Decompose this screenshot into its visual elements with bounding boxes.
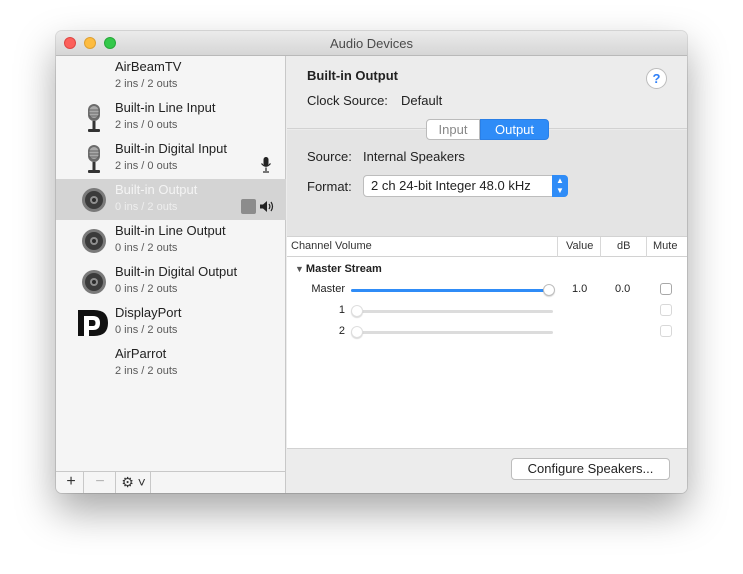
device-io: 0 ins / 2 outs	[115, 201, 178, 213]
device-settings: Source: Internal Speakers Format: 2 ch 2…	[287, 130, 687, 236]
device-io: 0 ins / 2 outs	[115, 242, 178, 254]
device-item-airbeamtv[interactable]: AirBeamTV 2 ins / 2 outs	[56, 56, 286, 97]
channel-1-volume-slider[interactable]	[351, 310, 553, 313]
slider-knob[interactable]	[543, 284, 555, 296]
clock-source-value: Default	[401, 93, 443, 108]
channel-1-mute-checkbox[interactable]	[660, 304, 672, 316]
slider-knob[interactable]	[351, 326, 363, 338]
speaker-icon	[80, 226, 108, 256]
channel-volume-table: Channel Volume Value dB Mute ▼ Master Str…	[287, 236, 687, 448]
bottom-bar: Configure Speakers...	[287, 448, 687, 493]
row-label-channel-2: 2	[338, 325, 345, 337]
speaker-icon	[80, 267, 108, 297]
remove-device-button[interactable]: −	[85, 472, 116, 493]
device-item-builtin-output[interactable]: Built-in Output 0 ins / 2 outs	[56, 179, 286, 220]
device-io: 2 ins / 0 outs	[115, 119, 178, 131]
device-name: Built-in Output	[115, 182, 198, 197]
row-label-channel-1: 1	[338, 304, 345, 316]
device-name: Built-in Digital Input	[115, 141, 227, 156]
device-io: 2 ins / 0 outs	[115, 160, 178, 172]
channel-2-volume-slider[interactable]	[351, 331, 553, 334]
format-select[interactable]: 2 ch 24-bit Integer 48.0 kHz ▲ ▼	[363, 175, 568, 197]
microphone-icon	[80, 144, 108, 174]
device-item-digital-output[interactable]: Built-in Digital Output 0 ins / 2 outs	[56, 261, 286, 302]
chevron-updown-icon: ▲ ▼	[552, 175, 568, 197]
device-item-line-input[interactable]: Built-in Line Input 2 ins / 0 outs	[56, 97, 286, 138]
master-value: 1.0	[572, 283, 588, 295]
device-name: Built-in Line Input	[115, 100, 216, 115]
device-detail-pane: Built-in Output Clock Source: Default ? …	[287, 56, 687, 493]
device-name: Built-in Digital Output	[115, 264, 238, 279]
device-io: 0 ins / 2 outs	[115, 324, 178, 336]
device-name: AirParrot	[115, 346, 167, 361]
device-name: DisplayPort	[115, 305, 182, 320]
slider-fill	[351, 289, 549, 292]
source-value: Internal Speakers	[363, 149, 465, 164]
column-db[interactable]: dB	[617, 240, 630, 252]
window-title: Audio Devices	[329, 36, 414, 51]
add-device-button[interactable]: +	[59, 472, 84, 493]
configure-speakers-button[interactable]: Configure Speakers...	[511, 458, 670, 480]
format-label: Format:	[307, 179, 352, 194]
gear-menu-button[interactable]: ⚙ ˅	[117, 472, 151, 493]
table-header: Channel Volume Value dB Mute	[287, 237, 687, 257]
device-item-line-output[interactable]: Built-in Line Output 0 ins / 2 outs	[56, 220, 286, 261]
column-value[interactable]: Value	[566, 240, 593, 252]
help-button[interactable]: ?	[646, 68, 667, 89]
device-io: 2 ins / 2 outs	[115, 78, 178, 90]
tab-output[interactable]: Output	[480, 119, 549, 140]
device-item-digital-input[interactable]: Built-in Digital Input 2 ins / 0 outs	[56, 138, 286, 179]
microphone-icon	[80, 103, 108, 133]
default-output-speaker-icon	[259, 200, 274, 213]
device-io: 0 ins / 2 outs	[115, 283, 178, 295]
device-name: Built-in Line Output	[115, 223, 226, 238]
speaker-icon	[80, 185, 108, 215]
row-label-master: Master	[311, 283, 345, 295]
column-divider	[646, 237, 647, 257]
system-output-icon	[241, 199, 256, 214]
master-stream-group[interactable]: ▼ Master Stream	[295, 263, 382, 275]
group-label: Master Stream	[305, 263, 382, 275]
device-io: 2 ins / 2 outs	[115, 365, 178, 377]
source-label: Source:	[307, 149, 352, 164]
audio-devices-window: Audio Devices AirBeamTV 2 ins / 2 outs B…	[56, 31, 687, 493]
title-bar: Audio Devices	[56, 31, 687, 56]
master-db: 0.0	[615, 283, 631, 295]
master-mute-checkbox[interactable]	[660, 283, 672, 295]
column-channel-volume[interactable]: Channel Volume	[291, 240, 372, 252]
clock-source-label: Clock Source:	[307, 93, 388, 108]
channel-2-mute-checkbox[interactable]	[660, 325, 672, 337]
column-mute[interactable]: Mute	[653, 240, 677, 252]
default-input-mic-icon	[260, 157, 272, 173]
column-divider	[557, 237, 558, 257]
column-divider	[600, 237, 601, 257]
device-item-displayport[interactable]: DisplayPort 0 ins / 2 outs	[56, 302, 286, 343]
device-item-airparrot[interactable]: AirParrot 2 ins / 2 outs	[56, 343, 286, 384]
slider-knob[interactable]	[351, 305, 363, 317]
displayport-icon	[76, 308, 110, 338]
device-list: AirBeamTV 2 ins / 2 outs Built-in Line I…	[56, 56, 286, 471]
sidebar-toolbar: + − ⚙ ˅	[56, 471, 286, 493]
format-value: 2 ch 24-bit Integer 48.0 kHz	[371, 178, 531, 193]
device-name: AirBeamTV	[115, 59, 182, 74]
tab-input[interactable]: Input	[426, 119, 480, 140]
device-title: Built-in Output	[307, 68, 398, 83]
disclosure-triangle-icon: ▼	[295, 264, 304, 274]
